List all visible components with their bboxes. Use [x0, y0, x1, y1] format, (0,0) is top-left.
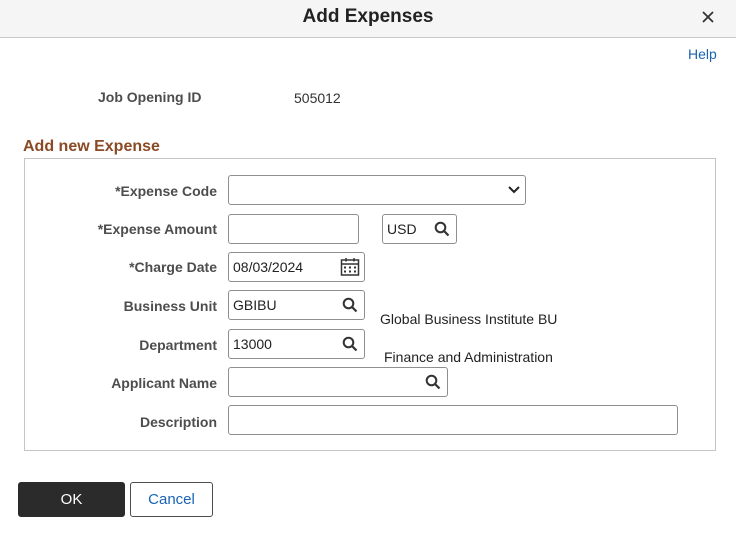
section-title: Add new Expense [23, 138, 160, 155]
help-link[interactable]: Help [688, 46, 717, 62]
dialog-title: Add Expenses [302, 6, 434, 27]
currency-input[interactable]: USD [382, 214, 457, 244]
dialog-header: Add Expenses [0, 0, 736, 38]
search-icon[interactable] [342, 297, 358, 313]
search-icon[interactable] [434, 221, 450, 237]
calendar-icon[interactable] [340, 257, 360, 277]
description-input[interactable] [228, 405, 678, 435]
search-icon[interactable] [425, 374, 441, 390]
applicant-name-label: Applicant Name [111, 375, 217, 391]
charge-date-value: 08/03/2024 [233, 259, 304, 275]
business-unit-label: Business Unit [123, 298, 217, 314]
job-opening-id-label: Job Opening ID [98, 89, 202, 105]
expense-amount-input[interactable] [228, 214, 359, 244]
charge-date-input[interactable]: 08/03/2024 [228, 252, 365, 282]
expense-amount-label: *Expense Amount [97, 221, 217, 237]
department-description: Finance and Administration [384, 349, 553, 365]
applicant-name-input[interactable] [228, 367, 448, 397]
department-label: Department [139, 337, 217, 353]
expense-code-select[interactable] [228, 175, 526, 205]
description-label: Description [139, 414, 217, 430]
close-icon[interactable] [699, 8, 717, 26]
job-opening-id-value: 505012 [294, 90, 341, 106]
business-unit-description: Global Business Institute BU [380, 311, 558, 327]
business-unit-input[interactable]: GBIBU [228, 290, 365, 320]
charge-date-label: *Charge Date [129, 259, 217, 275]
chevron-down-icon [508, 186, 520, 194]
expense-code-label: *Expense Code [115, 183, 217, 199]
currency-value: USD [387, 221, 417, 237]
business-unit-value: GBIBU [233, 297, 277, 313]
department-value: 13000 [233, 336, 272, 352]
search-icon[interactable] [342, 336, 358, 352]
ok-button[interactable]: OK [18, 482, 125, 517]
department-input[interactable]: 13000 [228, 329, 365, 359]
close-button[interactable] [699, 8, 717, 26]
cancel-button[interactable]: Cancel [130, 482, 213, 517]
